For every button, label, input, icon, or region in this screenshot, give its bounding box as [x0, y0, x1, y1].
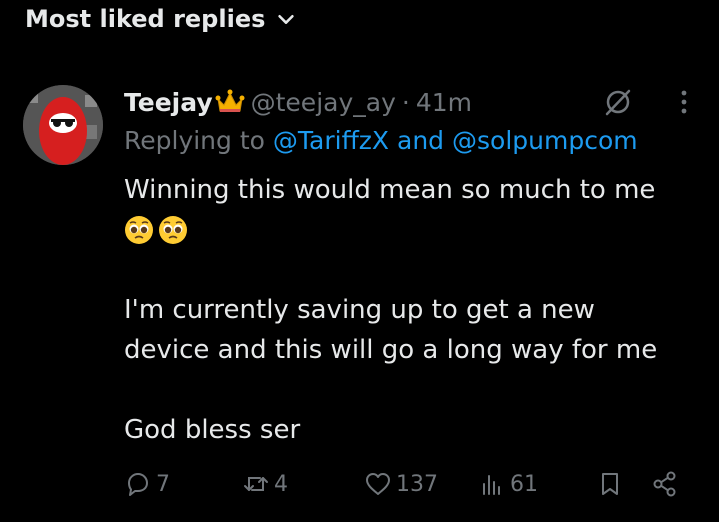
repost-count: 4 — [274, 471, 288, 497]
grok-icon[interactable] — [603, 87, 633, 117]
body-line: I'm currently saving up to get a new — [124, 295, 595, 325]
avatar[interactable] — [23, 85, 103, 165]
reply-button[interactable]: 7 — [124, 470, 170, 498]
like-button[interactable]: 137 — [364, 470, 438, 498]
repost-button[interactable]: 4 — [242, 470, 288, 498]
reply-body: Winning this would mean so much to me I'… — [124, 170, 704, 450]
body-line: God bless ser — [124, 415, 301, 445]
action-bar: 7 4 137 61 — [124, 466, 679, 502]
most-liked-replies-dropdown[interactable]: Most liked replies — [25, 2, 297, 36]
repost-icon — [244, 477, 268, 491]
views-icon — [483, 475, 500, 495]
author-handle[interactable]: @teejay_ay — [251, 88, 396, 117]
avatar-image — [23, 85, 103, 165]
mention-link[interactable]: @TariffzX — [273, 126, 389, 155]
like-count: 137 — [396, 471, 438, 497]
like-icon — [366, 473, 390, 495]
replying-and[interactable]: and — [397, 126, 444, 155]
reply-count: 7 — [156, 471, 170, 497]
views-count: 61 — [510, 471, 538, 497]
share-icon[interactable] — [651, 470, 679, 498]
reply-icon — [128, 473, 148, 496]
pleading-face-icon — [125, 216, 153, 244]
pleading-face-icon — [159, 216, 187, 244]
body-line: Winning this would mean so much to me — [124, 175, 656, 205]
body-line: device and this will go a long way for m… — [124, 335, 658, 365]
author-name[interactable]: Teejay — [124, 88, 213, 117]
bookmark-icon[interactable] — [596, 470, 624, 498]
crown-icon — [215, 89, 245, 112]
views-button[interactable]: 61 — [478, 470, 538, 498]
replying-to-line: Replying to @TariffzX and @solpumpcom — [124, 126, 638, 155]
section-title: Most liked replies — [25, 5, 266, 33]
replying-prefix: Replying to — [124, 126, 265, 155]
emoji-row — [124, 210, 704, 250]
separator-dot: · — [401, 87, 410, 117]
chevron-down-icon — [278, 14, 295, 24]
timestamp[interactable]: 41m — [416, 88, 472, 117]
reply-meta: Teejay @teejay_ay · 41m — [124, 84, 699, 120]
mention-link[interactable]: @solpumpcom — [452, 126, 638, 155]
more-icon[interactable] — [669, 87, 699, 117]
